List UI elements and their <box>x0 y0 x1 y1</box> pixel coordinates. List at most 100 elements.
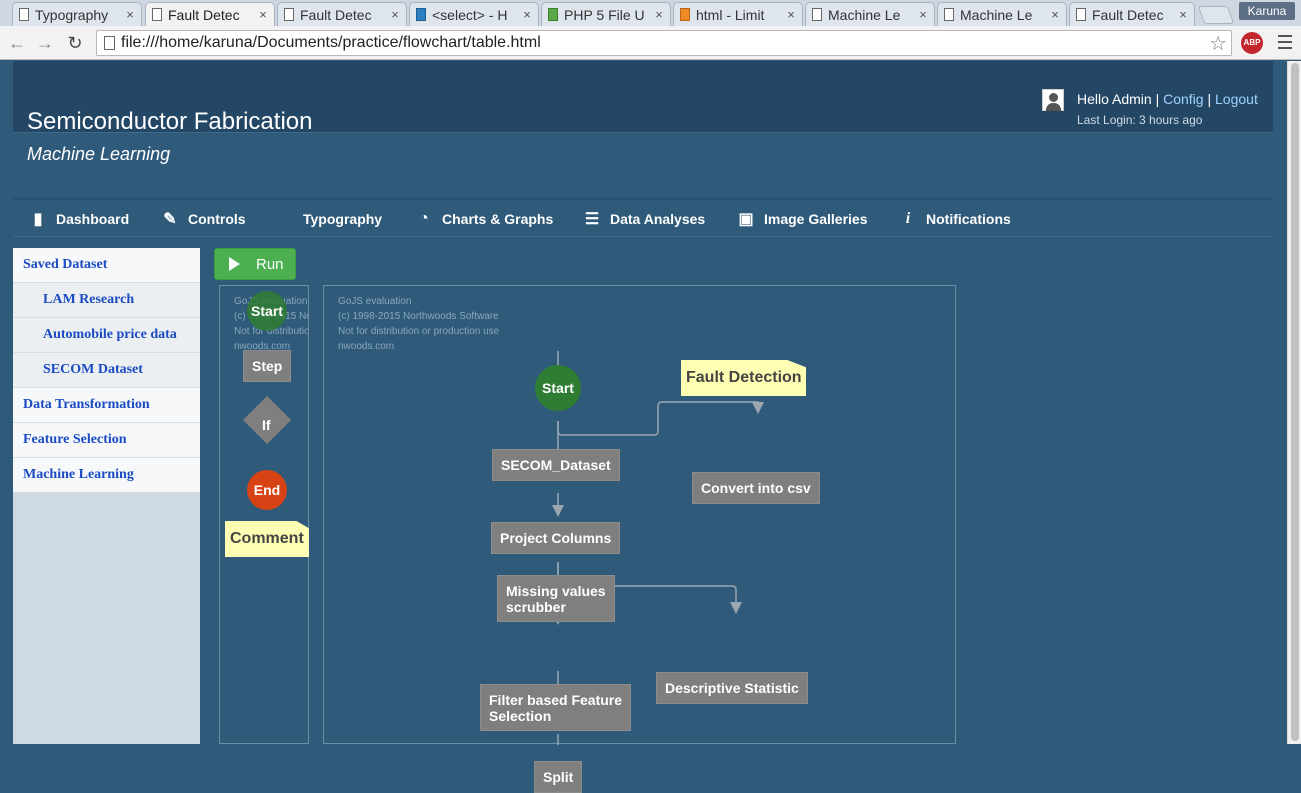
new-tab-button[interactable] <box>1197 6 1235 24</box>
filter-feature-selection-node[interactable]: Filter based Feature Selection <box>480 684 632 731</box>
link-layer <box>552 351 764 745</box>
browser-tab[interactable]: Fault Detec × <box>1069 2 1195 26</box>
run-button[interactable]: Run <box>214 248 296 280</box>
last-login: Last Login: 3 hours ago <box>1077 113 1203 127</box>
node-palette: GoJS evaluation (c) 1998-2015 Northwoods… <box>219 285 309 744</box>
page-icon <box>152 8 162 21</box>
sidebar-item-saved-dataset[interactable]: Saved Dataset <box>13 248 200 283</box>
image-icon: ▣ <box>738 211 754 228</box>
nav-controls[interactable]: ✎ Controls <box>161 201 246 237</box>
info-icon: i <box>905 210 911 227</box>
sidebar-item-lam-research[interactable]: LAM Research <box>13 283 200 318</box>
sidebar-item-machine-learning[interactable]: Machine Learning <box>13 458 200 493</box>
greeting: Hello Admin <box>1077 91 1152 107</box>
project-columns-node[interactable]: Project Columns <box>491 522 621 554</box>
tab-title: html - Limit <box>696 6 765 23</box>
pie-chart-icon: ◔ <box>419 210 429 227</box>
palette-if-label: If <box>262 417 271 433</box>
separator: | <box>1203 91 1216 107</box>
edit-icon: ✎ <box>163 211 177 228</box>
tab-close-icon[interactable]: × <box>388 7 402 22</box>
tab-close-icon[interactable]: × <box>652 7 666 22</box>
adblock-icon[interactable]: ABP <box>1241 32 1263 54</box>
reload-icon[interactable]: ↻ <box>64 32 86 54</box>
sidebar-item-data-transformation[interactable]: Data Transformation <box>13 388 200 423</box>
nav-label: Dashboard <box>56 211 130 227</box>
nav-typography[interactable]: Typography <box>303 201 382 237</box>
browser-tab[interactable]: PHP 5 File U × <box>541 2 671 26</box>
browser-tab[interactable]: Machine Le × <box>805 2 935 26</box>
node-label-line: Selection <box>489 707 552 724</box>
page-icon <box>19 8 29 21</box>
tab-close-icon[interactable]: × <box>520 7 534 22</box>
page-content: Semiconductor Fabrication Machine Learni… <box>0 61 1287 793</box>
page-icon <box>284 8 294 21</box>
node-label-line: Filter based Feature <box>489 691 623 708</box>
address-bar[interactable]: file:///home/karuna/Documents/practice/f… <box>96 30 1232 56</box>
tab-title: Fault Detec <box>300 6 372 23</box>
page-icon <box>1076 8 1086 21</box>
tab-title: Machine Le <box>828 6 901 23</box>
select-site-icon <box>416 8 426 21</box>
nav-divider <box>13 197 1273 200</box>
sidebar-item-secom-dataset[interactable]: SECOM Dataset <box>13 353 200 388</box>
list-icon: ☰ <box>584 211 600 228</box>
menu-icon[interactable] <box>1278 35 1292 51</box>
sidebar-item-automobile-price-data[interactable]: Automobile price data <box>13 318 200 353</box>
palette-end-node[interactable]: End <box>247 470 287 510</box>
link-secom-convert <box>557 401 764 436</box>
nav-label: Controls <box>188 211 246 227</box>
split-node[interactable]: Split <box>534 761 583 793</box>
back-arrow-icon[interactable]: ← <box>6 32 28 54</box>
tab-close-icon[interactable]: × <box>784 7 798 22</box>
browser-tab[interactable]: Fault Detec × <box>277 2 407 26</box>
palette-step-node[interactable]: Step <box>243 350 292 382</box>
tab-close-icon[interactable]: × <box>1048 7 1062 22</box>
forward-arrow-icon[interactable]: → <box>34 32 56 54</box>
tab-title: Fault Detec <box>1092 6 1164 23</box>
descriptive-statistic-node[interactable]: Descriptive Statistic <box>656 672 808 704</box>
tab-close-icon[interactable]: × <box>1176 7 1190 22</box>
browser-tab[interactable]: <select> - H × <box>409 2 539 26</box>
browser-tab-active[interactable]: Fault Detec × <box>145 2 275 26</box>
logout-link[interactable]: Logout <box>1215 91 1258 107</box>
config-link[interactable]: Config <box>1163 91 1203 107</box>
browser-toolbar: ← → ↻ file:///home/karuna/Documents/prac… <box>0 26 1301 60</box>
avatar <box>1042 89 1064 111</box>
bookmark-star-icon[interactable]: ☆ <box>1209 31 1227 56</box>
palette-comment-node[interactable]: Comment <box>225 521 309 557</box>
nav-dashboard[interactable]: ▮ Dashboard <box>29 201 130 237</box>
secom-dataset-node[interactable]: SECOM_Dataset <box>492 449 620 481</box>
flowchart-diagram[interactable]: GoJS evaluation (c) 1998-2015 Northwoods… <box>323 285 956 793</box>
nav-data-analyses[interactable]: ☰ Data Analyses <box>583 201 705 237</box>
page-icon <box>944 8 954 21</box>
run-label: Run <box>256 255 284 273</box>
profile-button[interactable]: Karuna <box>1239 2 1295 20</box>
missing-values-scrubber-node[interactable]: Missing values scrubber <box>497 575 615 622</box>
nav-label: Data Analyses <box>610 211 706 227</box>
tab-close-icon[interactable]: × <box>123 7 137 22</box>
tab-title: Fault Detec <box>168 6 240 23</box>
nav-label: Image Galleries <box>764 211 868 227</box>
tab-title: Machine Le <box>960 6 1033 23</box>
nav-charts-graphs[interactable]: ◔ Charts & Graphs <box>415 201 553 237</box>
browser-tab[interactable]: Machine Le × <box>937 2 1067 26</box>
stackoverflow-icon <box>680 8 690 21</box>
tab-close-icon[interactable]: × <box>256 7 270 22</box>
node-label-line: Missing values <box>506 582 606 599</box>
sidebar: Saved Dataset LAM Research Automobile pr… <box>13 248 200 744</box>
scrollbar-thumb[interactable] <box>1291 63 1299 741</box>
sidebar-item-feature-selection[interactable]: Feature Selection <box>13 423 200 458</box>
site-title: Semiconductor Fabrication <box>27 108 313 135</box>
convert-into-csv-node[interactable]: Convert into csv <box>692 472 820 504</box>
nav-image-galleries[interactable]: ▣ Image Galleries <box>737 201 868 237</box>
page-icon <box>104 36 115 50</box>
browser-tab[interactable]: Typography × <box>12 2 142 26</box>
fault-detection-comment[interactable]: Fault Detection <box>681 360 806 396</box>
browser-tab[interactable]: html - Limit × <box>673 2 803 26</box>
palette-start-node[interactable]: Start <box>247 291 287 331</box>
nav-notifications[interactable]: i Notifications <box>899 201 1011 237</box>
page-scrollbar[interactable] <box>1287 61 1301 744</box>
tab-close-icon[interactable]: × <box>916 7 930 22</box>
start-node[interactable]: Start <box>535 365 581 411</box>
